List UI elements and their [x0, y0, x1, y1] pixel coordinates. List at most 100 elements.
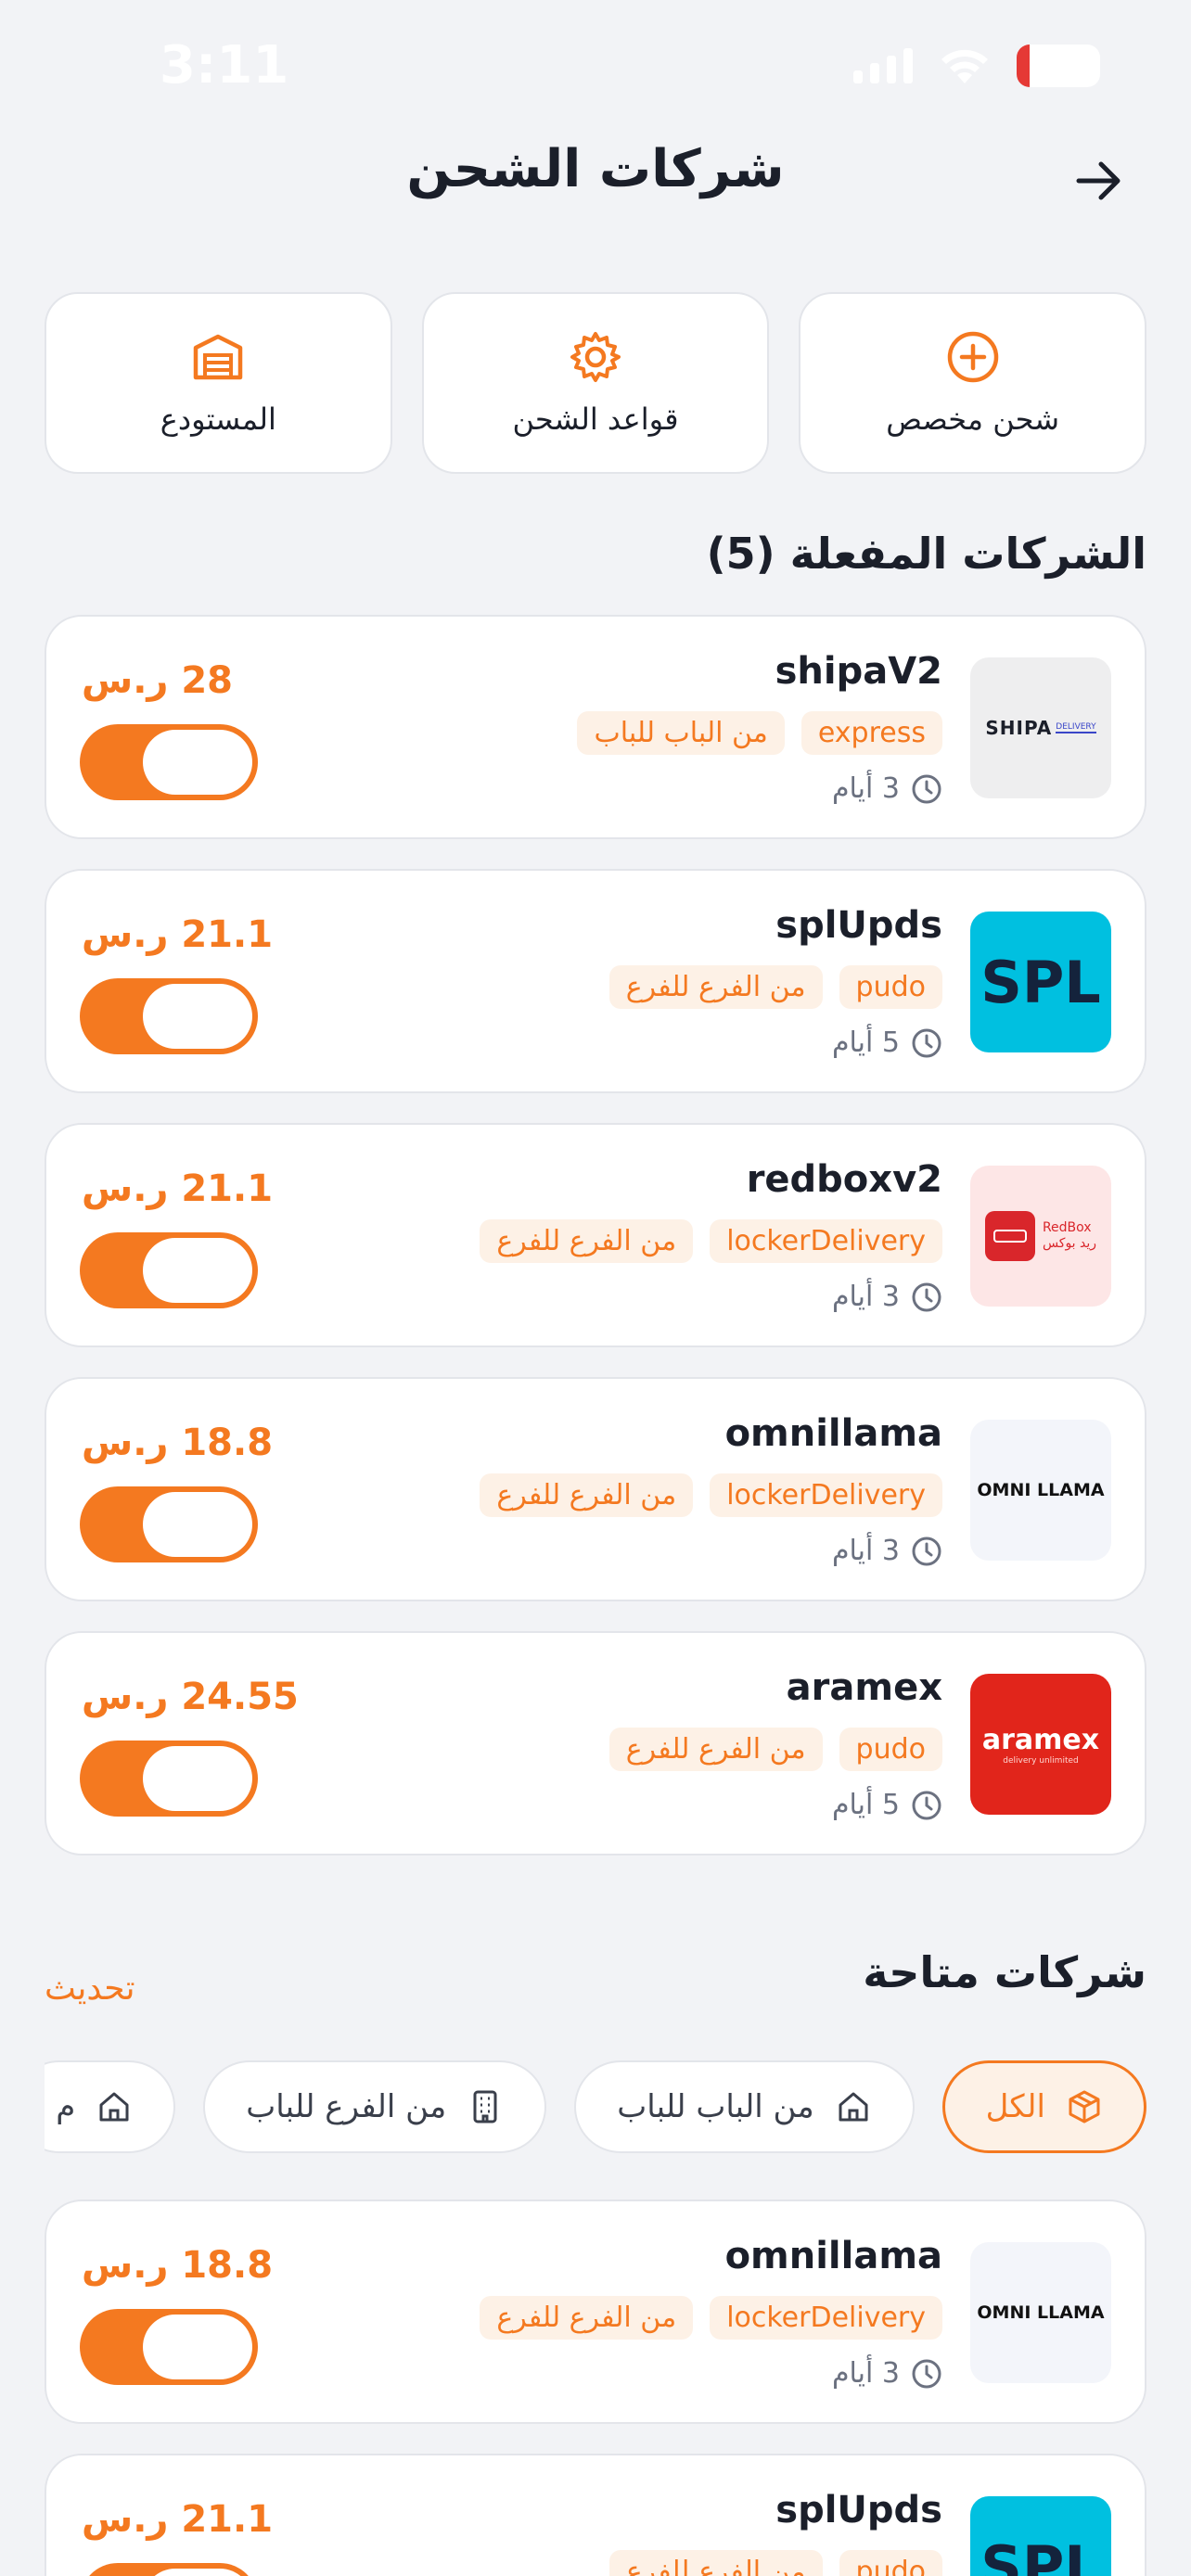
price: 21.1 ر.س — [82, 913, 274, 956]
enable-toggle[interactable] — [80, 2309, 258, 2385]
redbox-mark-icon — [984, 1211, 1035, 1261]
eta-text: 5 أيام — [831, 1789, 900, 1821]
company-card[interactable]: OMNI LLAMA omnillama lockerDelivery من الفر… — [45, 1377, 1146, 1601]
shipa-logo-sub: DELIVERY — [1056, 722, 1096, 733]
clock-icon — [911, 773, 942, 805]
filter-chip-label: الكل — [985, 2088, 1045, 2125]
enable-toggle[interactable] — [80, 1486, 258, 1562]
company-name: splUpds — [775, 2489, 942, 2531]
building-icon — [467, 2088, 504, 2125]
delivery-eta: 5 أيام — [832, 1789, 942, 1821]
eta-text: 3 أيام — [831, 2357, 900, 2390]
delivery-method-tag: من الفرع للفرع — [480, 1219, 694, 1263]
filter-chips: الكل من الباب للباب من الفرع للباب م — [45, 2060, 1146, 2153]
delivery-eta: 3 أيام — [832, 1281, 942, 1313]
redbox-logo-text: RedBox — [1042, 1220, 1092, 1236]
spl-logo-text: SPL — [980, 948, 1101, 1016]
battery-level: 6 — [1047, 47, 1069, 84]
company-name: shipaV2 — [775, 650, 942, 693]
back-button[interactable] — [1067, 148, 1132, 213]
company-card[interactable]: SPLsplUpdspudoمن الفرع للفرع5 أيام21.1 ر… — [45, 2454, 1146, 2576]
filter-chip-label: من الفرع للباب — [246, 2088, 447, 2125]
company-tags: express من الباب للباب — [577, 711, 942, 755]
plus-circle-icon — [947, 331, 998, 383]
spl-logo: SPL — [970, 912, 1111, 1052]
price: 24.55 ر.س — [82, 1676, 299, 1718]
clock-icon — [911, 2358, 942, 2390]
shipa-logo-text: SHIPA — [985, 717, 1053, 739]
delivery-eta: 5 أيام — [832, 1027, 942, 1059]
wifi-icon — [941, 49, 988, 83]
home-icon — [835, 2088, 872, 2125]
home-icon — [96, 2088, 133, 2125]
price: 18.8 ر.س — [82, 1422, 274, 1464]
service-type-tag: pudo — [839, 1728, 942, 1771]
company-name: redboxv2 — [746, 1158, 942, 1201]
active-companies-title: الشركات المفعلة (5) — [706, 529, 1146, 579]
eta-text: 3 أيام — [831, 1281, 900, 1313]
enable-toggle[interactable] — [80, 724, 258, 800]
company-tags: pudo من الفرع للفرع — [608, 965, 942, 1009]
aramex-logo-text: aramex — [981, 1723, 1100, 1756]
filter-chip[interactable]: م — [45, 2060, 176, 2153]
clock-icon — [911, 1536, 942, 1567]
shipa-logo: SHIPA DELIVERY — [970, 657, 1111, 798]
price: 28 ر.س — [82, 659, 234, 702]
company-tags: pudo من الفرع للفرع — [608, 2550, 942, 2576]
filter-chip[interactable]: من الفرع للباب — [203, 2060, 547, 2153]
delivery-eta: 3 أيام — [832, 1535, 942, 1567]
eta-text: 3 أيام — [831, 772, 900, 805]
delivery-eta: 3 أيام — [832, 2357, 942, 2390]
enable-toggle[interactable] — [80, 1741, 258, 1817]
delivery-method-tag: من الفرع للفرع — [608, 965, 823, 1009]
delivery-method-tag: من الفرع للفرع — [608, 2550, 823, 2576]
filter-chip[interactable]: من الباب للباب — [574, 2060, 915, 2153]
eta-text: 3 أيام — [831, 1535, 900, 1567]
aramex-logo-sub: delivery unlimited — [1003, 1755, 1079, 1766]
warehouse-button[interactable]: المستودع — [44, 292, 392, 474]
refresh-link[interactable]: تحديث — [45, 1970, 135, 2008]
enable-toggle[interactable] — [80, 2563, 258, 2576]
omnillama-logo-text: OMNI LLAMA — [977, 1480, 1105, 1500]
spl-logo: SPL — [970, 2496, 1111, 2576]
warehouse-icon — [194, 334, 243, 380]
quick-actions: شحن مخصص قواعد الشحن المستودع — [44, 292, 1146, 474]
company-card[interactable]: OMNI LLAMA omnillama lockerDelivery من الفر… — [45, 2200, 1146, 2424]
spl-logo-text: SPL — [980, 2532, 1101, 2576]
price: 21.1 ر.س — [82, 1167, 274, 1210]
header: شركات الشحن — [0, 130, 1191, 232]
omnillama-logo: OMNI LLAMA — [970, 2242, 1111, 2383]
enable-toggle[interactable] — [80, 1232, 258, 1308]
company-card[interactable]: RedBox ريد بوكس redboxv2 lockerDelivery من ا… — [45, 1123, 1146, 1347]
gear-icon — [570, 332, 621, 382]
redbox-logo: RedBox ريد بوكس — [970, 1166, 1111, 1307]
clock-icon — [911, 1790, 942, 1821]
omnillama-logo: OMNI LLAMA — [970, 1420, 1111, 1561]
company-card[interactable]: SHIPA DELIVERY shipaV2 express من الباب للبا… — [45, 615, 1146, 839]
enable-toggle[interactable] — [80, 978, 258, 1054]
filter-chip-label: من الباب للباب — [617, 2088, 814, 2125]
delivery-method-tag: من الفرع للفرع — [480, 1473, 694, 1517]
arrow-right-icon — [1076, 161, 1121, 200]
redbox-logo-ar: ريد بوكس — [1042, 1236, 1097, 1251]
company-card[interactable]: aramex delivery unlimited aramex pudo من الف… — [45, 1631, 1146, 1855]
delivery-method-tag: من الفرع للفرع — [480, 2296, 694, 2340]
page-title: شركات الشحن — [406, 139, 785, 199]
company-tags: lockerDelivery من الفرع للفرع — [480, 1219, 942, 1263]
filter-chip[interactable]: الكل — [941, 2060, 1146, 2153]
box-icon — [1066, 2088, 1103, 2125]
company-name: omnillama — [724, 2235, 942, 2277]
clock-icon — [911, 1282, 942, 1313]
company-card[interactable]: SPLsplUpdspudoمن الفرع للفرع5 أيام21.1 ر… — [45, 869, 1146, 1093]
delivery-eta: 3 أيام — [832, 772, 942, 805]
shipping-rules-button[interactable]: قواعد الشحن — [421, 292, 770, 474]
price: 18.8 ر.س — [82, 2244, 274, 2287]
company-name: aramex — [786, 1666, 942, 1709]
company-name: omnillama — [724, 1412, 942, 1455]
clock-icon — [911, 1027, 942, 1059]
warehouse-label: المستودع — [160, 402, 276, 437]
service-type-tag: lockerDelivery — [710, 1219, 942, 1263]
service-type-tag: lockerDelivery — [710, 2296, 942, 2340]
service-type-tag: express — [800, 711, 942, 755]
custom-shipping-button[interactable]: شحن مخصص — [799, 292, 1146, 474]
